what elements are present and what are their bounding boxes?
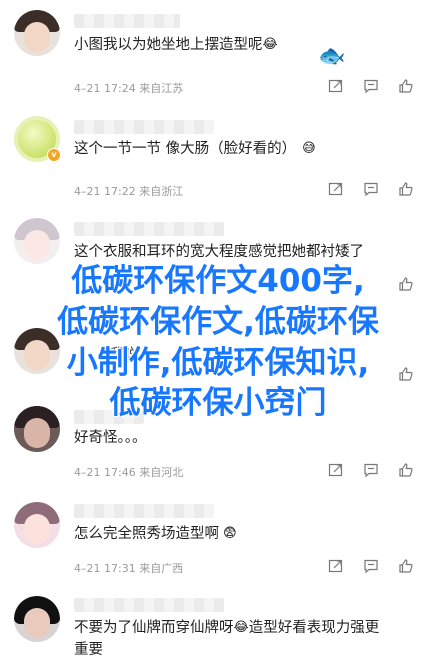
comment-icon[interactable]: [363, 78, 381, 96]
username-blurred[interactable]: [74, 120, 214, 134]
comment-text: 这个一节一节 像大肠（脸好看的） 😅: [74, 138, 316, 160]
laugh-emoji-icon: 😂: [233, 620, 249, 635]
comment-text: 小图我以为她坐地上摆造型呢😂: [74, 34, 278, 56]
overlay-line-4: 低碳环保小窍门: [109, 385, 327, 421]
share-icon[interactable]: [328, 558, 346, 576]
fish-sticker-icon: 🐟: [318, 44, 346, 69]
comment-meta: 4–21 17:22 来自浙江: [74, 185, 184, 198]
comment-meta: 4–21 17:31 来自广西: [74, 562, 184, 575]
user-avatar[interactable]: [14, 502, 60, 548]
overlay-line-3: 小制作,低碳环保知识,: [66, 345, 370, 381]
user-avatar[interactable]: [14, 596, 60, 642]
username-blurred[interactable]: [74, 504, 214, 518]
share-icon[interactable]: [328, 78, 346, 96]
comment-text: 不要为了仙牌而穿仙牌呀😂造型好看表现力强更: [74, 617, 379, 639]
username-blurred[interactable]: [74, 598, 224, 612]
user-avatar[interactable]: [14, 10, 60, 56]
comment-text: 好奇怪。。。: [74, 430, 147, 446]
comment-text: 这个衣服和耳环的宽大程度感觉把她都衬矮了: [74, 244, 364, 260]
like-icon[interactable]: [398, 462, 416, 480]
share-icon[interactable]: [328, 462, 346, 480]
verified-badge-icon: v: [47, 148, 61, 162]
username-blurred[interactable]: [74, 222, 224, 236]
comment-icon[interactable]: [363, 462, 381, 480]
overlay-line-1: 低碳环保作文400字,: [71, 263, 365, 299]
sweat-emoji-icon: 😅: [302, 141, 316, 156]
comment-text: 怎么完全照秀场造型啊 😨: [74, 523, 237, 545]
scared-emoji-icon: 😨: [223, 526, 237, 541]
comment-icon[interactable]: [363, 181, 381, 199]
comment-meta: 4–21 17:46 来自河北: [74, 466, 184, 479]
username-blurred[interactable]: [74, 14, 180, 28]
comment-meta: 4–21 17:24 来自江苏: [74, 82, 184, 95]
like-icon[interactable]: [398, 558, 416, 576]
comment-icon[interactable]: [363, 558, 381, 576]
share-icon[interactable]: [328, 181, 346, 199]
laugh-emoji-icon: 😂: [262, 37, 278, 52]
comment-text-continued: 重要: [74, 642, 103, 658]
user-avatar[interactable]: [14, 218, 60, 264]
like-icon[interactable]: [398, 181, 416, 199]
like-icon[interactable]: [398, 78, 416, 96]
overlay-line-2: 低碳环保作文,低碳环保: [57, 304, 379, 340]
